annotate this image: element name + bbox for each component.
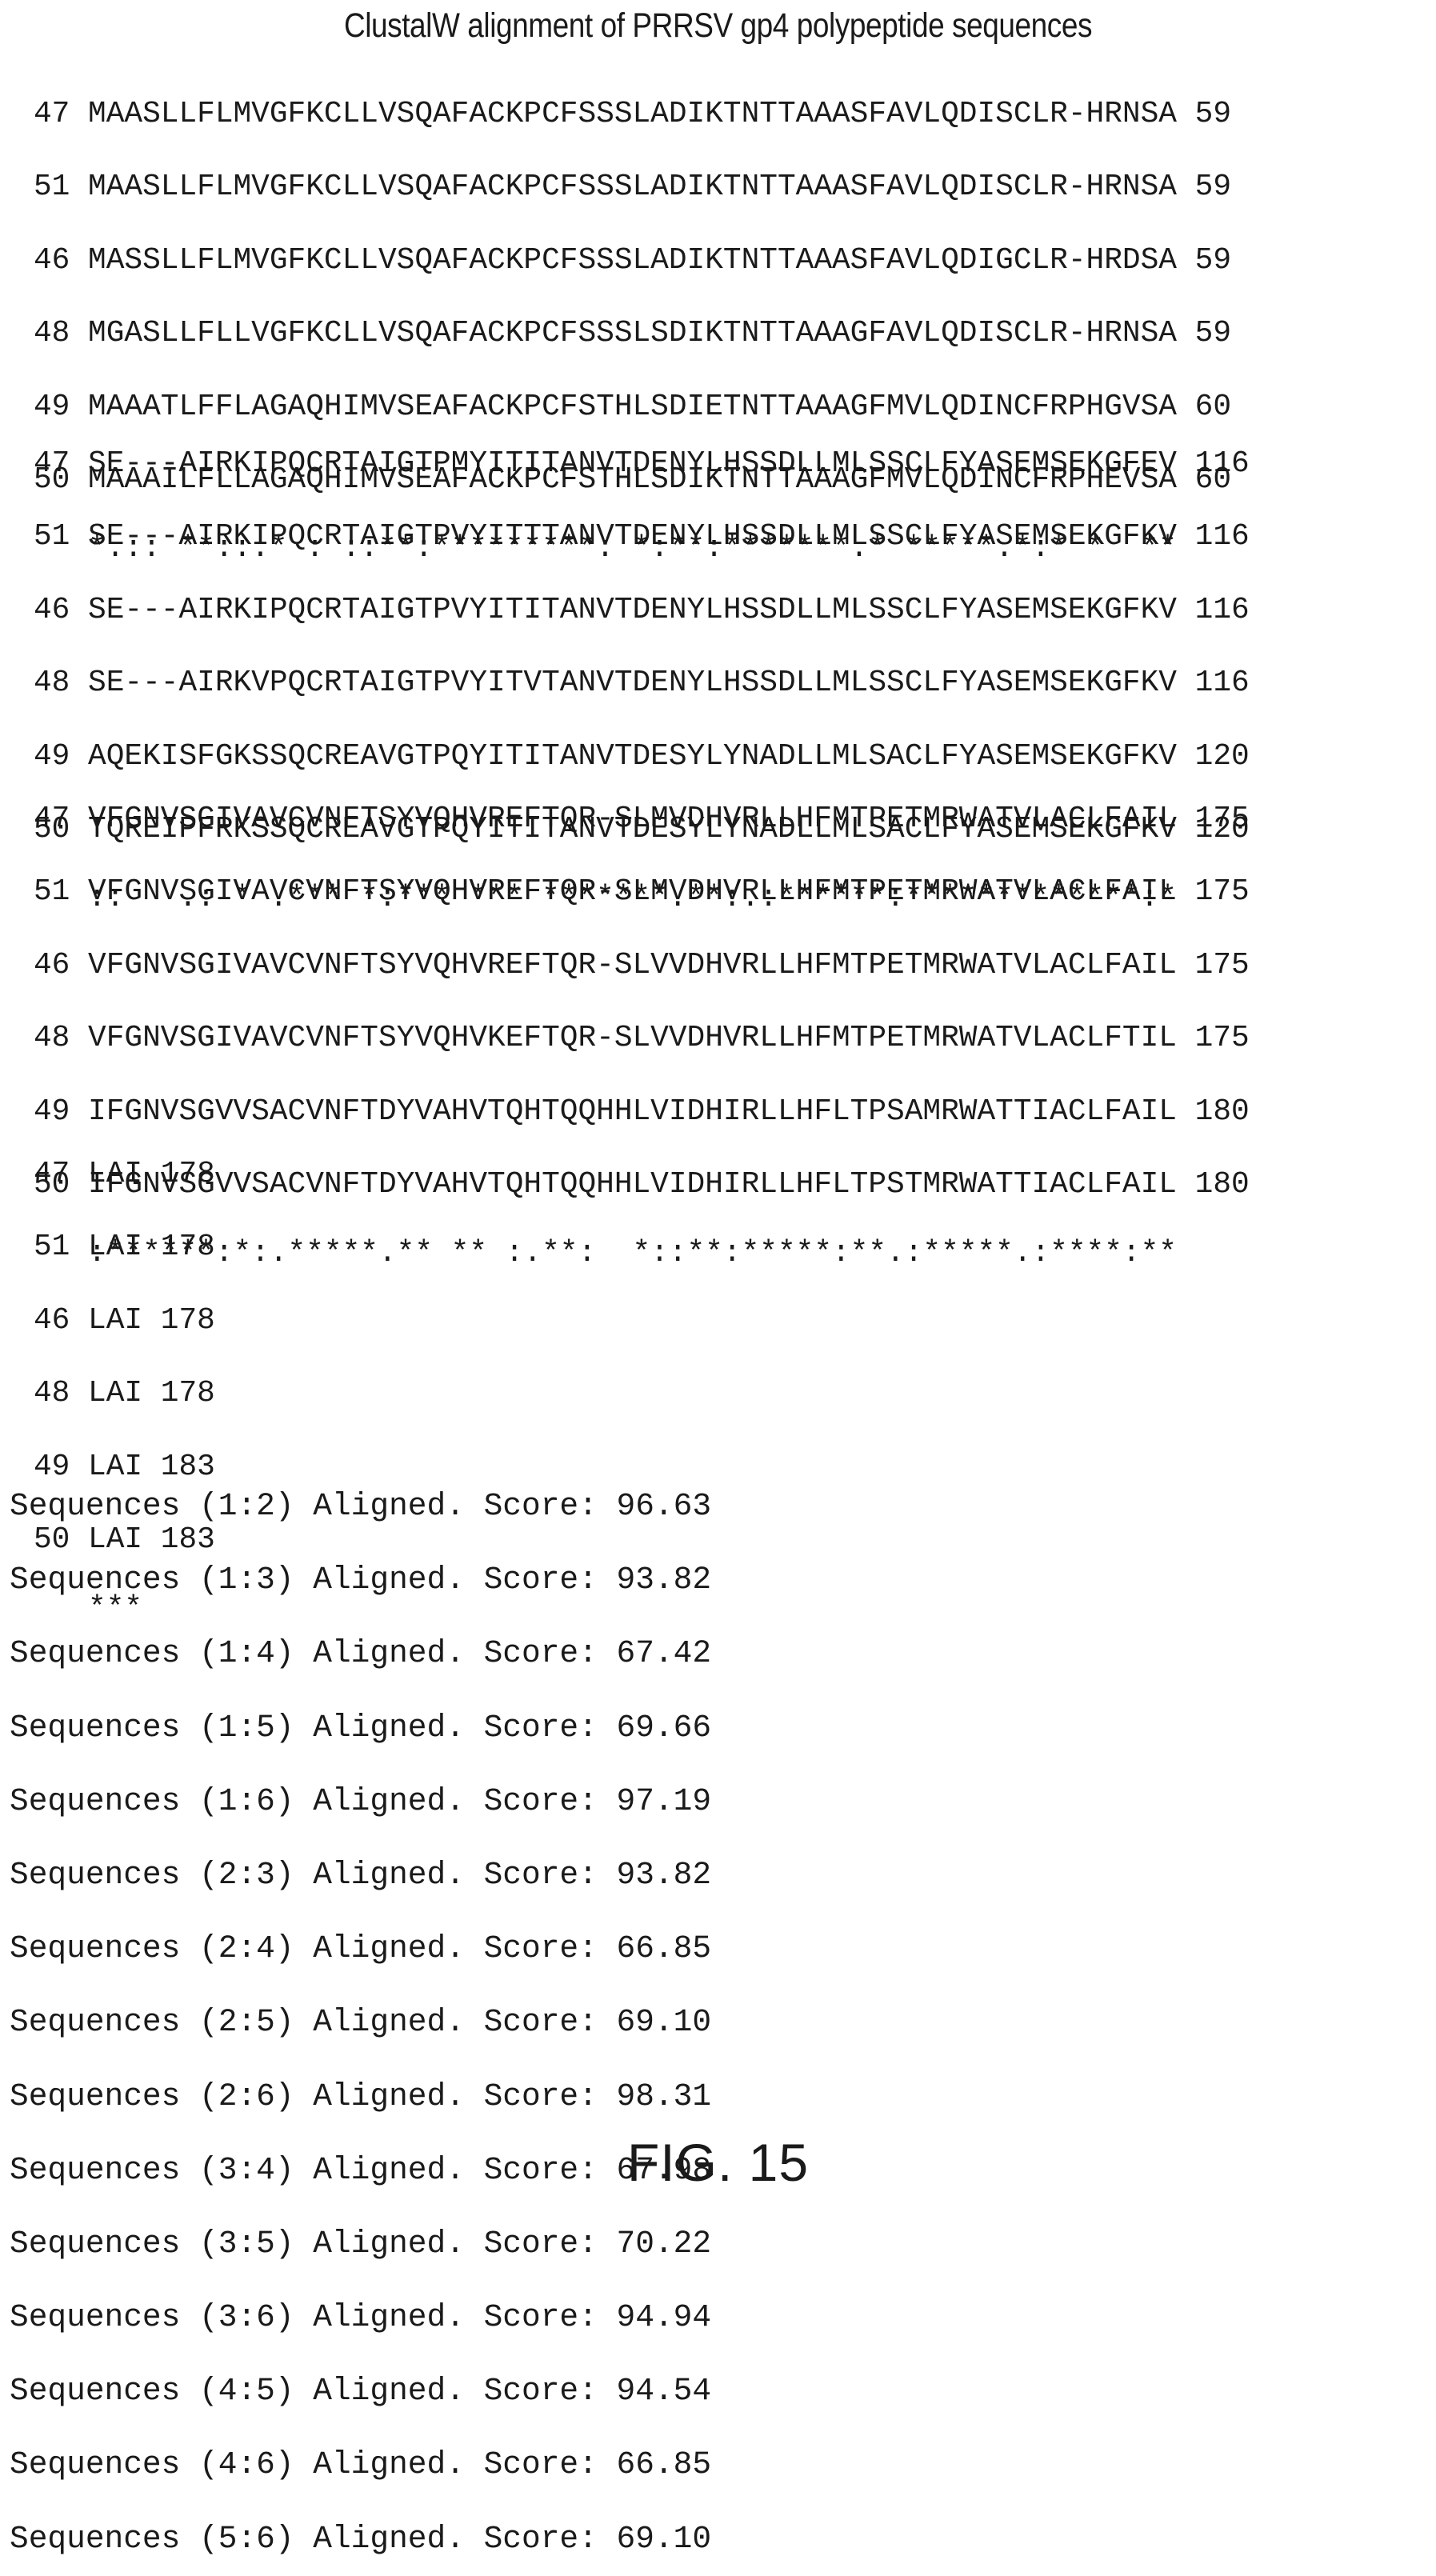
- score-line: Sequences (2:4) Aligned. Score: 66.85: [10, 1926, 711, 1971]
- sequence-row: 47 SE---AIRKIPQCRTAIGTPMYITITANVTDENYLHS…: [34, 442, 1250, 486]
- score-line: Sequences (1:4) Aligned. Score: 67.42: [10, 1631, 711, 1676]
- alignment-block-3: 47 VFGNVSGIVAVCVNFTSYVQHVREFTQR-SLMVDHVR…: [34, 769, 1250, 1295]
- sequence-row: 50 IFGNVSGVVSACVNFTDYVAHVTQHTQQHHLVIDHIR…: [34, 1163, 1250, 1207]
- score-line: Sequences (2:6) Aligned. Score: 98.31: [10, 2074, 711, 2119]
- sequence-row: 47 MAASLLFLMVGFKCLLVSQAFACKPCFSSSLADIKTN…: [34, 93, 1231, 137]
- sequence-row: 51 MAASLLFLMVGFKCLLVSQAFACKPCFSSSLADIKTN…: [34, 166, 1231, 210]
- sequence-row: 51 SE---AIRKIPQCRTAIGTPVYITTTANVTDENYLHS…: [34, 515, 1250, 559]
- sequence-row: 49 IFGNVSGVVSACVNFTDYVAHVTQHTQQHHLVIDHIR…: [34, 1090, 1250, 1134]
- sequence-row: 48 VFGNVSGIVAVCVNFTSYVQHVKEFTQR-SLVVDHVR…: [34, 1017, 1250, 1061]
- sequence-row: 47 VFGNVSGIVAVCVNFTSYVQHVREFTQR-SLMVDHVR…: [34, 798, 1250, 842]
- sequence-row: 48 SE---AIRKVPQCRTAIGTPVYITVTANVTDENYLHS…: [34, 662, 1250, 706]
- sequence-row: 48 LAI 178: [34, 1372, 215, 1416]
- score-line: Sequences (1:3) Aligned. Score: 93.82: [10, 1558, 711, 1602]
- score-line: Sequences (2:5) Aligned. Score: 69.10: [10, 2000, 711, 2045]
- score-line: Sequences (4:5) Aligned. Score: 94.54: [10, 2369, 711, 2414]
- score-line: Sequences (3:6) Aligned. Score: 94.94: [10, 2295, 711, 2340]
- sequence-row: 46 SE---AIRKIPQCRTAIGTPVYITITANVTDENYLHS…: [34, 589, 1250, 633]
- figure-caption: FIG. 15: [0, 2132, 1436, 2193]
- sequence-row: 46 LAI 178: [34, 1299, 215, 1343]
- score-line: Sequences (1:5) Aligned. Score: 69.66: [10, 1706, 711, 1750]
- pairwise-scores-list: Sequences (1:2) Aligned. Score: 96.63 Se…: [10, 1455, 711, 2576]
- score-line: Sequences (3:5) Aligned. Score: 70.22: [10, 2222, 711, 2266]
- sequence-row: 46 MASSLLFLMVGFKCLLVSQAFACKPCFSSSLADIKTN…: [34, 239, 1231, 283]
- sequence-row: 51 LAI 178: [34, 1226, 215, 1270]
- sequence-row: 51 VFGNVSGIVAVCVNFTSYVQHVREFTQR-SLMVDHVR…: [34, 870, 1250, 914]
- score-line: Sequences (1:2) Aligned. Score: 96.63: [10, 1484, 711, 1529]
- score-line: Sequences (4:6) Aligned. Score: 66.85: [10, 2442, 711, 2487]
- score-line: Sequences (5:6) Aligned. Score: 69.10: [10, 2517, 711, 2562]
- score-line: Sequences (1:6) Aligned. Score: 97.19: [10, 1779, 711, 1824]
- sequence-row: 46 VFGNVSGIVAVCVNFTSYVQHVREFTQR-SLVVDHVR…: [34, 944, 1250, 988]
- sequence-row: 48 MGASLLFLLVGFKCLLVSQAFACKPCFSSSLSDIKTN…: [34, 312, 1231, 356]
- consensus-line: :******:*:.*****.** ** :.**: *::**:*****…: [34, 1236, 1250, 1280]
- figure-title: ClustalW alignment of PRRSV gp4 polypept…: [101, 6, 1336, 46]
- sequence-row: 47 LAI 178: [34, 1153, 215, 1197]
- score-line: Sequences (2:3) Aligned. Score: 93.82: [10, 1853, 711, 1898]
